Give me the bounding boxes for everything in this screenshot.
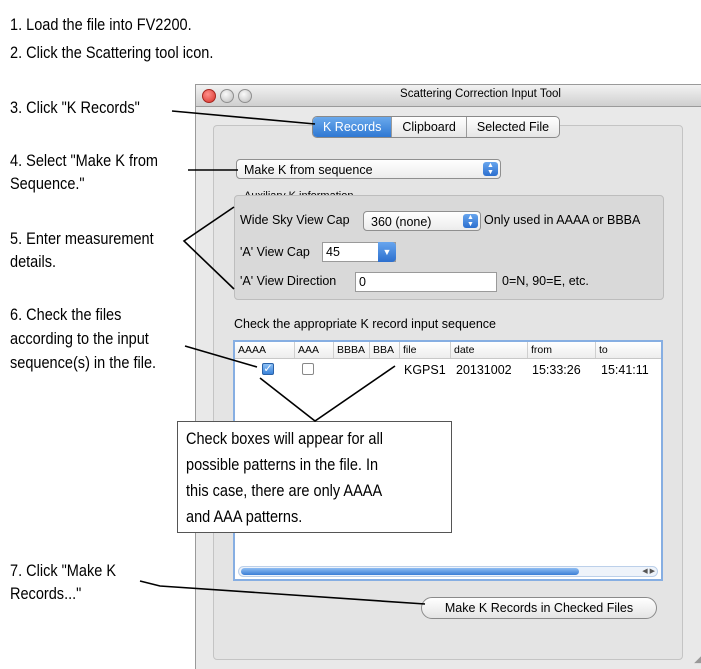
leader-line-step3 xyxy=(171,110,316,125)
annotation-leader-lines xyxy=(139,110,426,605)
leader-line-callout xyxy=(259,365,396,422)
leader-line-step6 xyxy=(184,345,258,368)
leader-line-step5 xyxy=(182,206,235,290)
leader-line-step7 xyxy=(139,580,426,605)
